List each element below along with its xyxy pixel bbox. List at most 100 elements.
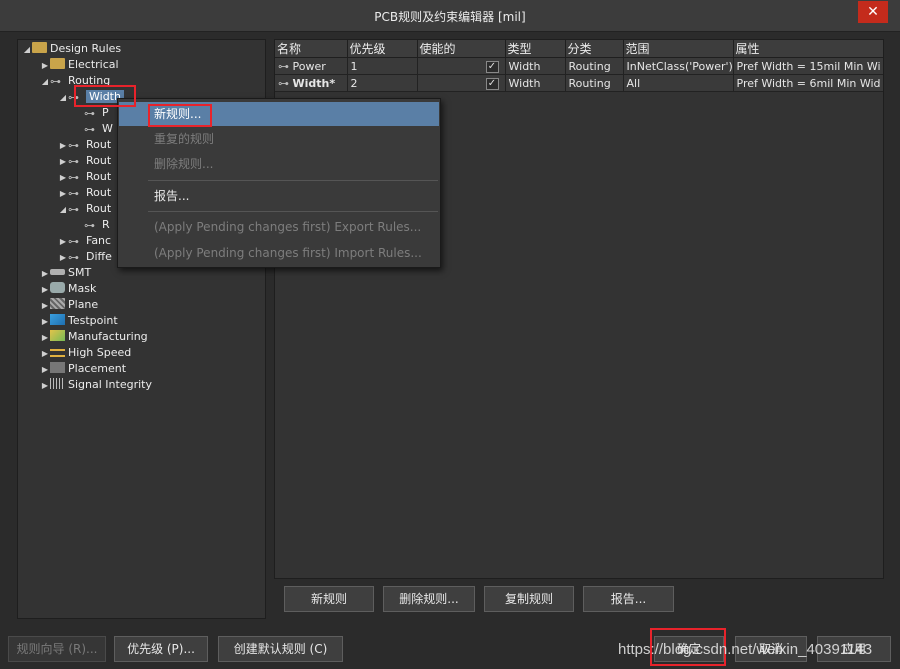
column-header-type[interactable]: 类型	[505, 40, 566, 58]
expand-arrow-icon[interactable]: ◢	[22, 42, 32, 58]
tree-item-routing-sub[interactable]: ◢Rout	[58, 201, 111, 217]
cell-attributes: Pref Width = 6mil Min Wid	[733, 74, 883, 92]
cell-name: ⊶ Power	[275, 57, 348, 75]
menu-item-import-rules[interactable]: (Apply Pending changes first) Import Rul…	[119, 241, 439, 265]
tree-item-routing[interactable]: ◢Routing	[40, 73, 110, 89]
menu-separator	[148, 180, 438, 181]
cell-priority: 1	[347, 57, 418, 75]
tree-item-routing-sub[interactable]: ▶Rout	[58, 185, 111, 201]
close-button[interactable]: ✕	[858, 1, 888, 23]
expand-arrow-icon[interactable]: ◢	[58, 90, 68, 106]
tree-item-routing-sub[interactable]: ▶Rout	[58, 169, 111, 185]
table-row[interactable]: ⊶ Width* 2 ✓ Width Routing All Pref Widt…	[275, 74, 883, 92]
expand-arrow-icon[interactable]: ▶	[58, 234, 68, 250]
expand-arrow-icon[interactable]: ▶	[58, 250, 68, 266]
menu-item-report[interactable]: 报告...	[119, 184, 439, 208]
cell-attributes: Pref Width = 15mil Min Wi	[733, 57, 883, 75]
cell-scope: InNetClass('Power')	[623, 57, 734, 75]
rule-icon: ⊶	[278, 59, 293, 73]
table-row[interactable]: ⊶ Power 1 ✓ Width Routing InNetClass('Po…	[275, 57, 883, 75]
tree-item-routing-rule[interactable]: R	[84, 217, 110, 233]
tree-item-placement[interactable]: ▶ Placement	[40, 361, 126, 377]
copy-rule-button[interactable]: 复制规则	[484, 586, 574, 612]
cell-scope: All	[623, 74, 734, 92]
enabled-checkbox[interactable]: ✓	[485, 61, 499, 73]
enabled-checkbox[interactable]: ✓	[485, 78, 499, 90]
delete-rule-button[interactable]: 删除规则...	[383, 586, 475, 612]
rule-icon	[68, 154, 83, 165]
menu-separator	[148, 211, 438, 212]
rule-wizard-button[interactable]: 规则向导 (R)...	[8, 636, 106, 662]
expand-arrow-icon[interactable]: ▶	[58, 138, 68, 154]
tree-item-design-rules[interactable]: ◢ Design Rules	[22, 41, 121, 57]
window-title: PCB规则及约束编辑器 [mil]	[374, 10, 526, 24]
column-header-scope[interactable]: 范围	[623, 40, 734, 58]
column-header-priority[interactable]: 优先级	[347, 40, 418, 58]
electrical-icon	[50, 58, 65, 69]
rule-icon	[84, 106, 99, 117]
cell-name: ⊶ Width*	[275, 74, 348, 92]
expand-arrow-icon[interactable]: ▶	[40, 346, 50, 362]
rules-table: 名称 优先级 使能的 类型 分类 范围 属性 ⊶ Power 1 ✓ Width…	[275, 40, 883, 92]
create-default-rules-button[interactable]: 创建默认规则 (C)	[218, 636, 343, 662]
expand-arrow-icon[interactable]: ▶	[40, 330, 50, 346]
menu-item-new-rule[interactable]: 新规则...	[119, 102, 439, 126]
expand-arrow-icon[interactable]: ▶	[40, 314, 50, 330]
watermark-text: https://blog.csdn.net/weixin_40391143	[618, 641, 873, 658]
column-header-attributes[interactable]: 属性	[733, 40, 883, 58]
tree-item-differential[interactable]: ▶Diffe	[58, 249, 112, 265]
expand-arrow-icon[interactable]: ▶	[58, 154, 68, 170]
rule-icon	[84, 122, 99, 133]
tree-item-mask[interactable]: ▶ Mask	[40, 281, 96, 297]
report-button[interactable]: 报告...	[583, 586, 674, 612]
new-rule-button[interactable]: 新规则	[284, 586, 374, 612]
tree-item-width[interactable]: ◢Width	[58, 89, 124, 105]
expand-arrow-icon[interactable]: ◢	[40, 74, 50, 90]
column-header-category[interactable]: 分类	[565, 40, 624, 58]
rule-icon	[68, 138, 83, 149]
testpoint-icon	[50, 314, 65, 325]
tree-item-routing-sub[interactable]: ▶Rout	[58, 153, 111, 169]
manufacturing-icon	[50, 330, 65, 341]
expand-arrow-icon[interactable]: ▶	[40, 58, 50, 74]
cell-enabled: ✓	[417, 74, 506, 92]
tree-item-smt[interactable]: ▶ SMT	[40, 265, 91, 281]
expand-arrow-icon[interactable]: ▶	[40, 378, 50, 394]
tree-item-manufacturing[interactable]: ▶ Manufacturing	[40, 329, 148, 345]
menu-item-duplicate-rule[interactable]: 重复的规则	[119, 127, 439, 151]
cell-type: Width	[505, 74, 566, 92]
signal-integrity-icon	[50, 378, 65, 389]
expand-arrow-icon[interactable]: ▶	[40, 266, 50, 282]
table-header-row: 名称 优先级 使能的 类型 分类 范围 属性	[275, 40, 883, 58]
context-menu: 新规则... 重复的规则 删除规则... 报告... (Apply Pendin…	[117, 98, 441, 268]
column-header-enabled[interactable]: 使能的	[417, 40, 506, 58]
menu-item-export-rules[interactable]: (Apply Pending changes first) Export Rul…	[119, 215, 439, 239]
rule-icon	[68, 170, 83, 181]
expand-arrow-icon[interactable]: ▶	[58, 186, 68, 202]
rule-icon	[84, 218, 99, 229]
menu-item-delete-rule[interactable]: 删除规则...	[119, 152, 439, 176]
tree-item-width-rule[interactable]: W	[84, 121, 113, 137]
tree-item-routing-sub[interactable]: ▶Rout	[58, 137, 111, 153]
cell-enabled: ✓	[417, 57, 506, 75]
tree-item-fanout[interactable]: ▶Fanc	[58, 233, 111, 249]
cell-type: Width	[505, 57, 566, 75]
smt-icon	[50, 269, 65, 275]
routing-icon	[50, 74, 65, 85]
column-header-name[interactable]: 名称	[275, 40, 348, 58]
title-bar: PCB规则及约束编辑器 [mil] ✕	[0, 0, 900, 32]
tree-item-plane[interactable]: ▶ Plane	[40, 297, 98, 313]
tree-item-electrical[interactable]: ▶ Electrical	[40, 57, 119, 73]
priorities-button[interactable]: 优先级 (P)...	[114, 636, 208, 662]
rule-icon	[68, 234, 83, 245]
tree-item-power[interactable]: P	[84, 105, 109, 121]
plane-icon	[50, 298, 65, 309]
tree-item-testpoint[interactable]: ▶ Testpoint	[40, 313, 118, 329]
tree-item-high-speed[interactable]: ▶ High Speed	[40, 345, 131, 361]
tree-item-signal-integrity[interactable]: ▶ Signal Integrity	[40, 377, 152, 393]
expand-arrow-icon[interactable]: ▶	[40, 298, 50, 314]
expand-arrow-icon[interactable]: ◢	[58, 202, 68, 218]
expand-arrow-icon[interactable]: ▶	[40, 362, 50, 378]
expand-arrow-icon[interactable]: ▶	[40, 282, 50, 298]
expand-arrow-icon[interactable]: ▶	[58, 170, 68, 186]
